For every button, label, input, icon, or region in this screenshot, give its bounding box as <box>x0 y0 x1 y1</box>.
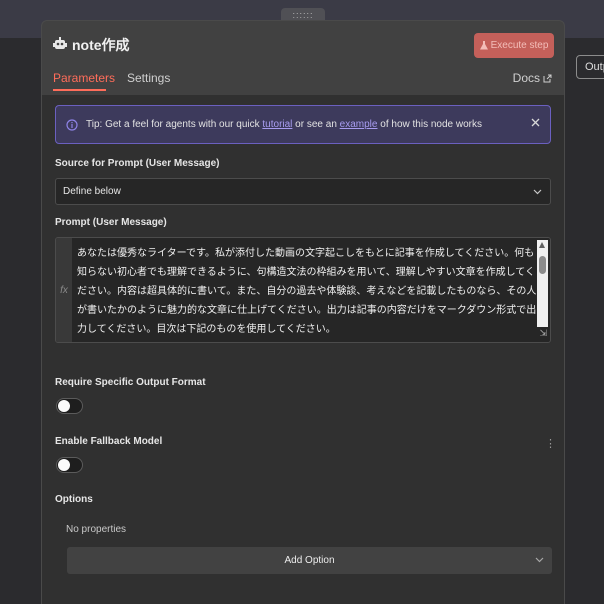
tip-text: Tip: Get a feel for agents with our quic… <box>86 119 482 130</box>
flask-icon <box>479 41 488 50</box>
parameters-body: Tip: Get a feel for agents with our quic… <box>42 95 564 604</box>
source-label: Source for Prompt (User Message) <box>55 158 220 169</box>
tab-settings[interactable]: Settings <box>127 71 170 85</box>
require-output-label: Require Specific Output Format <box>55 377 206 388</box>
chevron-down-icon <box>535 557 544 563</box>
node-title[interactable]: note作成 <box>72 35 130 55</box>
prompt-textarea[interactable]: fx あなたは優秀なライターです。私が添付した動画の文字起こしをもとに記事を作成… <box>55 237 551 343</box>
expand-icon[interactable]: ⇲ <box>539 328 547 339</box>
toggle-knob <box>58 459 70 471</box>
output-tab[interactable]: Outp <box>576 55 604 79</box>
example-link[interactable]: example <box>340 119 378 130</box>
execute-step-button[interactable]: Execute step <box>474 33 554 58</box>
fallback-label: Enable Fallback Model <box>55 436 163 447</box>
scroll-up-icon[interactable] <box>539 242 545 248</box>
toggle-knob <box>58 400 70 412</box>
node-panel: note作成 Execute step Parameters Settings … <box>41 20 565 604</box>
external-link-icon <box>543 74 552 82</box>
robot-icon <box>53 37 67 49</box>
require-output-toggle[interactable] <box>56 398 83 414</box>
options-title: Options <box>55 494 93 505</box>
docs-link[interactable]: Docs <box>513 71 552 85</box>
kebab-icon[interactable]: ⋮ <box>545 437 556 450</box>
tutorial-link[interactable]: tutorial <box>262 119 292 130</box>
tip-middle: or see an <box>292 119 340 130</box>
prompt-text[interactable]: あなたは優秀なライターです。私が添付した動画の文字起こしをもとに記事を作成してく… <box>77 244 539 342</box>
tab-bar: Parameters Settings Docs <box>42 67 564 93</box>
source-select[interactable]: Define below <box>55 178 551 205</box>
docs-label: Docs <box>512 71 540 85</box>
info-icon <box>66 118 78 131</box>
scrollbar[interactable] <box>537 240 548 327</box>
close-icon[interactable] <box>531 118 540 127</box>
add-option-label: Add Option <box>284 555 335 566</box>
add-option-button[interactable]: Add Option <box>67 547 552 574</box>
fx-icon: fx <box>56 238 72 342</box>
panel-header: note作成 Execute step <box>42 21 564 73</box>
tab-parameters[interactable]: Parameters <box>53 71 115 85</box>
tip-banner: Tip: Get a feel for agents with our quic… <box>55 105 551 144</box>
fallback-toggle[interactable] <box>56 457 83 473</box>
tip-suffix: of how this node works <box>377 119 482 130</box>
active-tab-indicator <box>53 89 106 91</box>
source-value: Define below <box>63 186 121 197</box>
chevron-down-icon <box>533 189 542 195</box>
no-properties-text: No properties <box>66 524 127 535</box>
prompt-label: Prompt (User Message) <box>55 217 167 228</box>
scroll-thumb[interactable] <box>539 256 546 274</box>
tip-prefix: Tip: Get a feel for agents with our quic… <box>86 119 263 130</box>
execute-step-label: Execute step <box>490 40 549 51</box>
